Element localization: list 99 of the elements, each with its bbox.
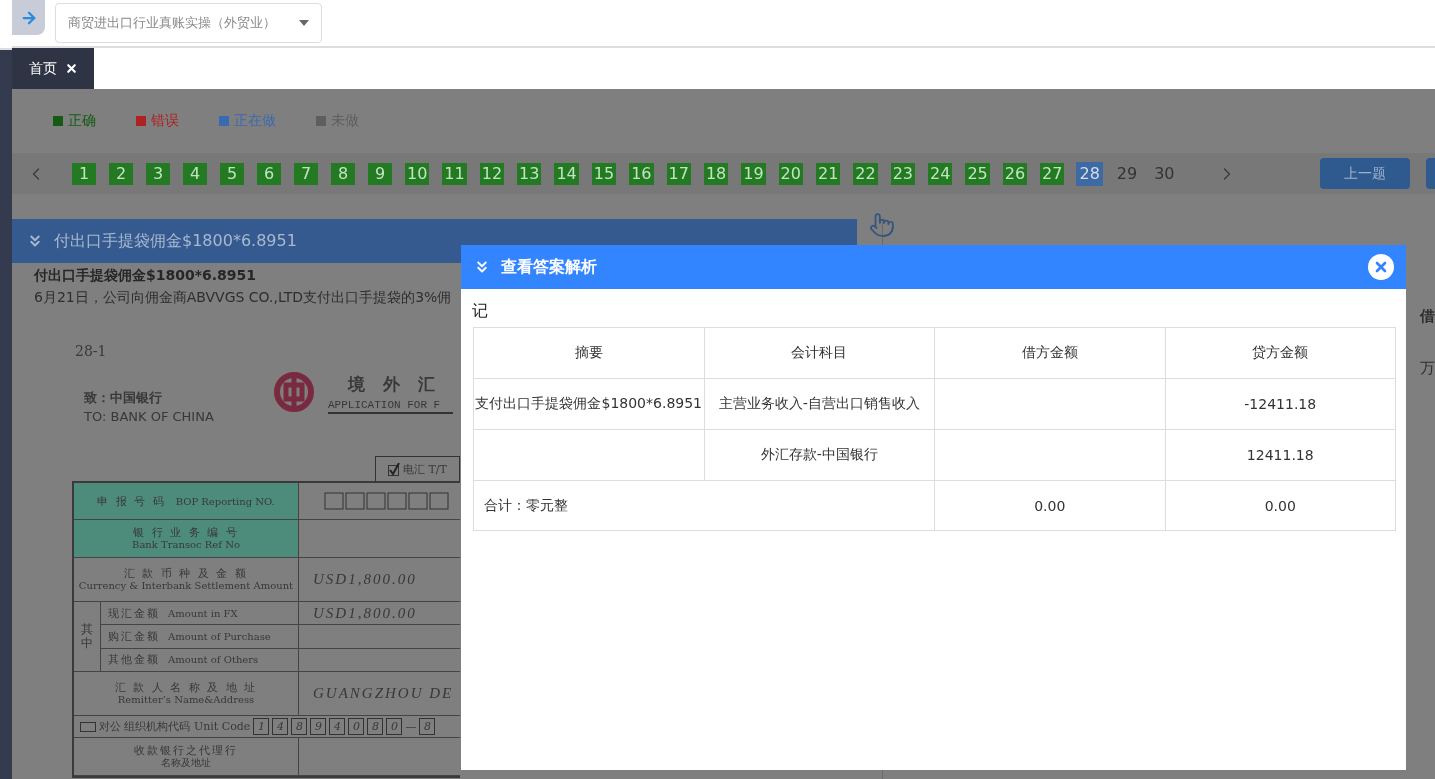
question-number[interactable]: 3: [146, 162, 170, 185]
question-number[interactable]: 6: [257, 162, 281, 185]
form-label: BOP Reporting NO.: [175, 495, 275, 507]
caret-icon: [299, 20, 309, 26]
form-digit: 4: [272, 718, 289, 735]
course-select[interactable]: 商贸进出口行业真账实操（外贸业）: [55, 3, 322, 43]
column-header: 摘要: [473, 327, 704, 379]
question-number[interactable]: 10: [405, 162, 430, 185]
hand-pointer-icon: [869, 212, 895, 238]
table-cell: 12411.18: [1165, 429, 1396, 481]
question-number[interactable]: 25: [965, 162, 990, 185]
form-separator: —: [405, 720, 417, 733]
form-digit: 4: [329, 718, 346, 735]
question-number[interactable]: 29: [1114, 162, 1140, 185]
form-label: 现汇金额: [108, 605, 160, 621]
close-button[interactable]: [1368, 254, 1394, 280]
form-label: Amount of Others: [168, 654, 259, 666]
form-label: 汇 款 人 名 称 及 地 址: [114, 680, 258, 695]
next-button[interactable]: [1426, 158, 1435, 189]
banner-title: 付出口手提袋佣金$1800*6.8951: [54, 230, 297, 252]
question-number[interactable]: 23: [890, 162, 916, 185]
digit-heading: 万: [1420, 359, 1435, 378]
dialog-title: 查看答案解析: [501, 256, 598, 278]
question-number[interactable]: 11: [442, 162, 467, 185]
question-number[interactable]: 1: [72, 162, 96, 185]
question-number[interactable]: 4: [183, 162, 207, 185]
form-digit: 8: [367, 718, 384, 735]
table-cell: 0.00: [1165, 480, 1396, 531]
document-number: 28-1: [75, 343, 108, 359]
column-header: 会计科目: [704, 327, 935, 379]
form-label: 银 行 业 务 编 号: [133, 525, 239, 540]
form-digit: 9: [310, 718, 327, 735]
column-header: 借方金额: [934, 327, 1165, 379]
form-label: 汇 款 币 种 及 金 额: [124, 566, 248, 581]
question-number[interactable]: 21: [815, 162, 841, 185]
legend-label: 错误: [151, 112, 179, 130]
previous-button[interactable]: 上一题: [1320, 158, 1410, 189]
form-label: Currency & Interbank Settlement Amount: [78, 580, 294, 593]
question-number[interactable]: 15: [591, 162, 617, 185]
collapse-button[interactable]: [12, 0, 45, 35]
question-number[interactable]: 2: [109, 162, 133, 185]
table-cell: -12411.18: [1165, 378, 1396, 430]
form-title: 境外汇: [346, 373, 453, 396]
form-label: Amount in FX: [168, 607, 238, 619]
table-cell: 外汇存款-中国银行: [704, 429, 935, 481]
recipient: TO: BANK OF CHINA: [84, 409, 215, 424]
form-label: 收款银行之代理行: [134, 743, 238, 757]
question-description: 6月21日，公司向佣金商ABVVGS CO.,LTD支付出口手提袋的3%佣: [33, 288, 452, 307]
table-cell: 支付出口手提袋佣金$1800*6.8951: [473, 378, 704, 430]
question-heading: 付出口手提袋佣金$1800*6.8951: [33, 266, 257, 285]
question-number[interactable]: 18: [703, 162, 729, 185]
question-number[interactable]: 12: [479, 162, 505, 185]
form-title: APPLICATION FOR F: [328, 399, 453, 414]
question-number[interactable]: 19: [741, 162, 766, 185]
question-number[interactable]: 22: [853, 162, 878, 185]
form-value: GUANGZHOU DE: [312, 684, 455, 703]
form-digit: 0: [386, 718, 403, 735]
question-number[interactable]: 28: [1077, 162, 1102, 185]
form-digit: 1: [253, 718, 270, 735]
question-number[interactable]: 20: [778, 162, 803, 185]
form-label: 申 报 号 码: [97, 493, 166, 509]
legend-label: 正在做: [234, 112, 276, 130]
form-label: Remitter’s Name&Address: [117, 694, 255, 707]
question-number[interactable]: 26: [1002, 162, 1028, 185]
form-value: USD1,800.00: [312, 603, 418, 623]
question-number[interactable]: 7: [294, 162, 318, 185]
form-digit: 0: [348, 718, 365, 735]
question-number[interactable]: 5: [220, 162, 244, 185]
form-digit: 8: [291, 718, 308, 735]
form-label: Amount of Purchase: [168, 631, 271, 642]
form-label: 购汇金额: [108, 629, 160, 644]
form-label: 其中: [81, 623, 93, 650]
column-header: 贷方金额: [1165, 327, 1396, 379]
table-cell: 合计：零元整: [473, 480, 935, 531]
question-number[interactable]: 9: [368, 162, 392, 185]
form-value: USD1,800.00: [312, 570, 418, 589]
legend-label: 正确: [68, 112, 96, 130]
recipient: 致：中国银行: [84, 389, 163, 407]
close-icon[interactable]: [64, 62, 78, 75]
option-label: 电汇 T/T: [403, 461, 447, 477]
question-number[interactable]: 24: [928, 162, 953, 185]
form-digit: 8: [419, 718, 436, 735]
voucher-type: 记: [472, 301, 488, 320]
question-number[interactable]: 13: [517, 162, 542, 185]
question-number[interactable]: 16: [629, 162, 654, 185]
form-label: 其他金额: [108, 652, 160, 668]
table-cell: 主营业务收入-自营出口销售收入: [704, 378, 935, 430]
question-number[interactable]: 30: [1152, 162, 1177, 185]
question-number[interactable]: 8: [331, 162, 355, 185]
column-header: 借: [1420, 307, 1435, 326]
question-number[interactable]: 14: [554, 162, 579, 185]
form-label: 对公 组织机构代码 Unit Code: [99, 719, 251, 734]
bank-logo: [272, 371, 316, 413]
tab[interactable]: 首页: [12, 48, 94, 89]
form-label: Bank Transoc Ref No: [132, 539, 240, 552]
table-cell: 0.00: [934, 480, 1165, 531]
close-icon: [1373, 259, 1389, 275]
question-number[interactable]: 17: [666, 162, 691, 185]
question-number[interactable]: 27: [1040, 162, 1065, 185]
